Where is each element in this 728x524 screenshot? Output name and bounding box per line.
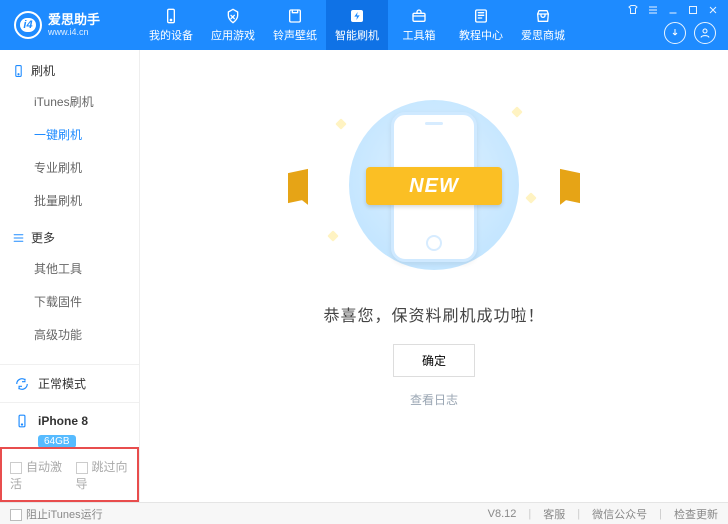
nav-music[interactable]: 铃声壁纸: [264, 0, 326, 50]
brand-url: www.i4.cn: [48, 27, 100, 37]
sidebar-item[interactable]: 专业刷机: [0, 151, 139, 184]
store-icon: [534, 7, 552, 25]
close-icon[interactable]: [706, 3, 720, 17]
brand-name: 爱思助手: [48, 13, 100, 27]
nav-device[interactable]: 我的设备: [140, 0, 202, 50]
nav-label: 铃声壁纸: [273, 27, 317, 43]
tshirt-icon[interactable]: [626, 3, 640, 17]
book-icon: [472, 7, 490, 25]
nav-store[interactable]: 爱思商城: [512, 0, 574, 50]
nav-label: 应用游戏: [211, 27, 255, 43]
check-update-link[interactable]: 检查更新: [674, 506, 718, 522]
phone-icon: [14, 413, 30, 429]
list-icon: [12, 230, 25, 246]
music-icon: [286, 7, 304, 25]
nav-apps[interactable]: 应用游戏: [202, 0, 264, 50]
nav-toolbox[interactable]: 工具箱: [388, 0, 450, 50]
download-icon[interactable]: [664, 22, 686, 44]
maximize-icon[interactable]: [686, 3, 700, 17]
nav-book[interactable]: 教程中心: [450, 0, 512, 50]
support-link[interactable]: 客服: [543, 506, 565, 522]
device-icon: [12, 63, 25, 79]
refresh-icon: [14, 376, 30, 392]
statusbar: 阻止iTunes运行 V8.12| 客服| 微信公众号| 检查更新: [0, 502, 728, 524]
ok-button[interactable]: 确定: [393, 344, 475, 377]
mode-label: 正常模式: [38, 375, 86, 392]
brand-area: i4 爱思助手 www.i4.cn: [0, 11, 140, 39]
user-icon[interactable]: [694, 22, 716, 44]
sidebar-section-head: 更多: [0, 217, 139, 252]
device-panel: 正常模式 iPhone 8 64GB: [0, 364, 139, 458]
flash-icon: [348, 7, 366, 25]
bottom-check-row: 自动激活 跳过向导: [0, 447, 139, 502]
nav-flash[interactable]: 智能刷机: [326, 0, 388, 50]
view-log-link[interactable]: 查看日志: [410, 391, 458, 408]
auto-activate-checkbox[interactable]: 自动激活: [10, 458, 64, 492]
success-illustration: NEW: [319, 90, 549, 280]
brand-text: 爱思助手 www.i4.cn: [48, 13, 100, 37]
sidebar-item[interactable]: 高级功能: [0, 318, 139, 351]
success-message: 恭喜您，保资料刷机成功啦！: [323, 302, 544, 326]
sidebar-item[interactable]: 批量刷机: [0, 184, 139, 217]
titlebar: i4 爱思助手 www.i4.cn 我的设备 应用游戏 铃声壁纸 智能刷机 工具箱 教程中…: [0, 0, 728, 50]
nav-label: 教程中心: [459, 27, 503, 43]
main-content: NEW 恭喜您，保资料刷机成功啦！ 确定 查看日志: [140, 50, 728, 502]
nav-label: 爱思商城: [521, 27, 565, 43]
top-nav: 我的设备 应用游戏 铃声壁纸 智能刷机 工具箱 教程中心 爱思商城: [140, 0, 574, 50]
nav-label: 智能刷机: [335, 27, 379, 43]
sidebar-section-head: 刷机: [0, 50, 139, 85]
mode-row[interactable]: 正常模式: [0, 364, 139, 402]
sidebar-item[interactable]: 其他工具: [0, 252, 139, 285]
toolbox-icon: [410, 7, 428, 25]
wechat-link[interactable]: 微信公众号: [592, 506, 647, 522]
sidebar-item[interactable]: iTunes刷机: [0, 85, 139, 118]
sidebar: 刷机 iTunes刷机一键刷机专业刷机批量刷机更多其他工具下载固件高级功能 正常模…: [0, 50, 140, 502]
new-ribbon: NEW: [366, 167, 502, 205]
version-label: V8.12: [488, 508, 517, 520]
skip-guide-checkbox[interactable]: 跳过向导: [76, 458, 130, 492]
sidebar-item[interactable]: 一键刷机: [0, 118, 139, 151]
sidebar-section-title: 更多: [31, 229, 55, 246]
nav-label: 工具箱: [403, 27, 436, 43]
sidebar-item[interactable]: 下载固件: [0, 285, 139, 318]
menu-icon[interactable]: [646, 3, 660, 17]
apps-icon: [224, 7, 242, 25]
block-itunes-checkbox[interactable]: 阻止iTunes运行: [10, 506, 103, 522]
minimize-icon[interactable]: [666, 3, 680, 17]
nav-label: 我的设备: [149, 27, 193, 43]
device-icon: [162, 7, 180, 25]
brand-logo-icon: i4: [14, 11, 42, 39]
device-storage-badge: 64GB: [38, 433, 125, 448]
sidebar-section-title: 刷机: [31, 62, 55, 79]
header-right-circles: [664, 22, 716, 44]
device-name: iPhone 8: [38, 414, 88, 428]
window-controls: [626, 3, 720, 17]
